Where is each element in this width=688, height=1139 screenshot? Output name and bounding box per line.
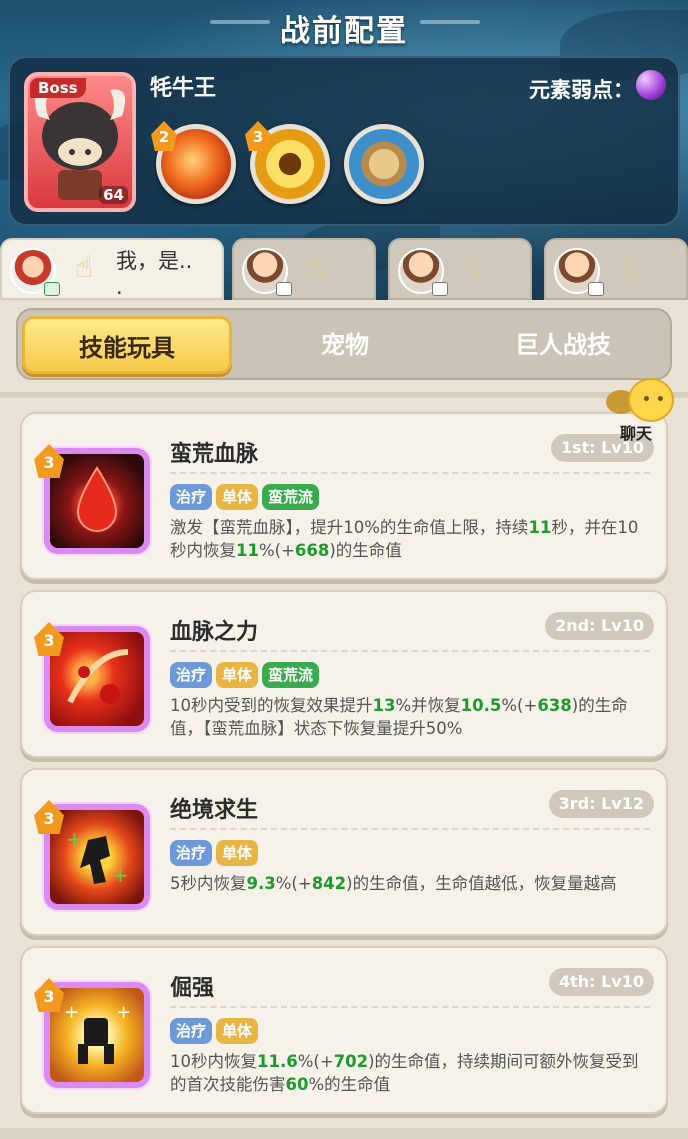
- tag-single: 单体: [216, 662, 259, 688]
- tag-heal: 治疗: [170, 484, 213, 510]
- skill-slot-level: 2nd: Lv10: [545, 612, 654, 640]
- chat-status-icon: [44, 282, 60, 296]
- dashed-divider: [170, 472, 650, 474]
- moon-icon[interactable]: [636, 70, 666, 100]
- tag-single: 单体: [216, 840, 259, 866]
- smiley-face: • •: [642, 392, 665, 408]
- skill-level-badge: 3: [245, 121, 271, 151]
- tap-hand-icon: ☝: [74, 250, 94, 285]
- tap-hand-icon: ☝: [618, 250, 638, 285]
- svg-text:+: +: [66, 827, 83, 851]
- boss-level: 64: [99, 186, 128, 204]
- avatar: [398, 248, 448, 296]
- section-divider: [0, 392, 688, 398]
- element-weakness-label: 元素弱点：: [529, 78, 634, 102]
- boss-name: 牦牛王: [150, 76, 217, 101]
- boss-skill-golden-ring-icon[interactable]: 3: [245, 121, 330, 204]
- boss-skill-rock-shield-icon[interactable]: [344, 124, 424, 204]
- skill-name: 绝境求生: [170, 798, 259, 823]
- avatar: [10, 248, 60, 296]
- tag-heal: 治疗: [170, 840, 213, 866]
- skill-description: 10秒内恢复11.6%(+702)的生命值，持续期间可额外恢复受到的首次技能伤害…: [170, 1052, 639, 1094]
- skill-name: 倔强: [170, 976, 215, 1001]
- tab-giant-skills[interactable]: 巨人战技: [458, 316, 668, 374]
- skill-description: 10秒内受到的恢复效果提升13%并恢复10.5%(+638)的生命值，【蛮荒血脉…: [170, 696, 628, 738]
- tap-hand-icon: ☝: [306, 250, 326, 285]
- avatar: [242, 248, 292, 296]
- boss-info-panel: Boss 64 牦牛王 元素弱点： 2 3: [8, 56, 680, 226]
- bottom-strip: [0, 1128, 688, 1139]
- dashed-divider: [170, 1006, 650, 1008]
- page-title: 战前配置: [280, 14, 408, 49]
- boss-tag: Boss: [30, 78, 86, 98]
- chat-status-icon: [432, 282, 448, 296]
- tag-savage: 蛮荒流: [262, 662, 320, 688]
- party-member-tab-4[interactable]: ☝: [544, 238, 688, 300]
- skill-card-1[interactable]: 3 蛮荒血脉 1st: Lv10 治疗 单体 蛮荒流 激发【蛮荒血脉】，提升10%的…: [20, 412, 668, 580]
- skill-slot-level: 4th: Lv10: [548, 968, 654, 996]
- svg-text:+: +: [116, 1002, 131, 1023]
- chat-button[interactable]: • • 聊天: [606, 378, 678, 443]
- skill-card-3[interactable]: 3 + + 绝境求生 3rd: Lv12 治疗 单体 5秒内恢复9.3%(+842)…: [20, 768, 668, 936]
- skill-description: 5秒内恢复9.3%(+842)的生命值，生命值越低，恢复量越高: [170, 874, 617, 893]
- skill-name: 血脉之力: [170, 620, 259, 645]
- skill-tags: 治疗 单体: [170, 840, 262, 866]
- tag-heal: 治疗: [170, 662, 213, 688]
- skill-slot-level: 3rd: Lv12: [548, 790, 654, 818]
- category-tabbar: 技能玩具 宠物 巨人战技: [16, 308, 672, 380]
- config-panel: 技能玩具 宠物 巨人战技 3 蛮荒血脉 1st: Lv10 治疗 单体 蛮荒流 激发…: [0, 300, 688, 1139]
- dashed-divider: [170, 650, 650, 652]
- party-member-tabs: ☝ 我，是.. . ☝ ☝ ☝: [0, 238, 688, 300]
- skill-level-badge: 2: [151, 121, 177, 151]
- party-member-tab-2[interactable]: ☝: [232, 238, 376, 300]
- dashed-divider: [170, 828, 650, 830]
- svg-text:+: +: [112, 863, 129, 887]
- tap-hand-icon: ☝: [462, 250, 482, 285]
- skill-name: 蛮荒血脉: [170, 442, 259, 467]
- boss-portrait[interactable]: Boss 64: [24, 72, 136, 212]
- skill-card-2[interactable]: 3 血脉之力 2nd: Lv10 治疗 单体 蛮荒流 10秒内受到的恢复效果提升13…: [20, 590, 668, 758]
- skill-description: 激发【蛮荒血脉】，提升10%的生命值上限，持续11秒，并在10秒内恢复11%(+…: [170, 518, 639, 560]
- skill-card-4[interactable]: 3 + + 倔强 4th: Lv10 治疗 单体 10秒内恢复11.6%(+702)…: [20, 946, 668, 1114]
- skill-tags: 治疗 单体: [170, 1018, 262, 1044]
- chat-status-icon: [276, 282, 292, 296]
- skill-tags: 治疗 单体 蛮荒流: [170, 662, 323, 688]
- party-member-tab-1[interactable]: ☝ 我，是.. .: [0, 238, 224, 300]
- tag-single: 单体: [216, 1018, 259, 1044]
- tag-single: 单体: [216, 484, 259, 510]
- party-member-message: 我，是.. .: [116, 249, 193, 299]
- tab-pets[interactable]: 宠物: [240, 316, 450, 374]
- avatar: [554, 248, 604, 296]
- tag-savage: 蛮荒流: [262, 484, 320, 510]
- skill-tags: 治疗 单体 蛮荒流: [170, 484, 323, 510]
- tab-skill-toys[interactable]: 技能玩具: [22, 316, 232, 374]
- chat-status-icon: [588, 282, 604, 296]
- chat-label: 聊天: [620, 424, 653, 443]
- tag-heal: 治疗: [170, 1018, 213, 1044]
- svg-text:+: +: [64, 1002, 79, 1023]
- boss-skill-fire-claw-icon[interactable]: 2: [151, 121, 236, 204]
- party-member-tab-3[interactable]: ☝: [388, 238, 532, 300]
